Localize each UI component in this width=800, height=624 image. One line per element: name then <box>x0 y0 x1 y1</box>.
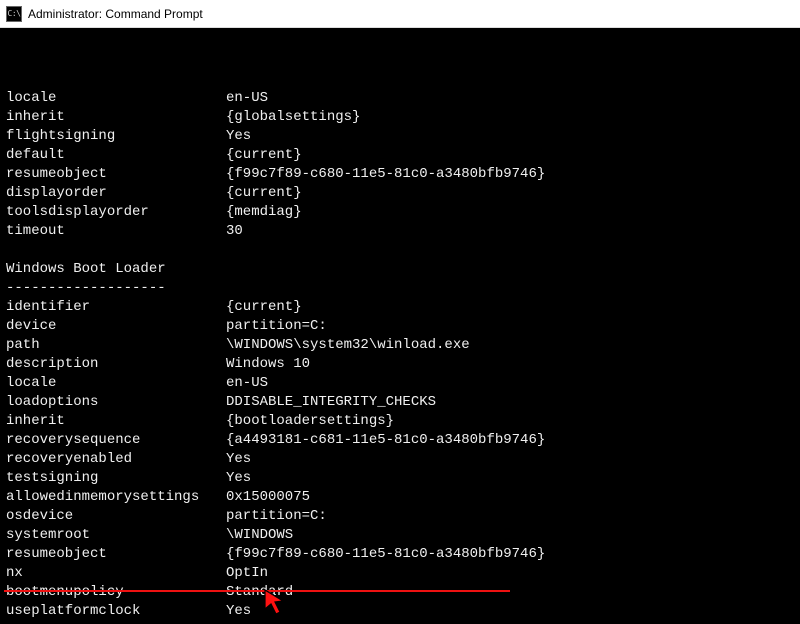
output-value: {globalsettings} <box>226 108 794 127</box>
output-line: Windows Boot Loader <box>6 260 794 279</box>
output-row: bootmenupolicyStandard <box>6 583 794 602</box>
output-row: timeout30 <box>6 222 794 241</box>
output-key: bootmenupolicy <box>6 583 226 602</box>
output-key: timeout <box>6 222 226 241</box>
output-row: resumeobject{f99c7f89-c680-11e5-81c0-a34… <box>6 165 794 184</box>
output-value: {memdiag} <box>226 203 794 222</box>
output-key: allowedinmemorysettings <box>6 488 226 507</box>
output-key: identifier <box>6 298 226 317</box>
output-value: 30 <box>226 222 794 241</box>
output-value: OptIn <box>226 564 794 583</box>
output-key: useplatformclock <box>6 602 226 621</box>
output-key: resumeobject <box>6 165 226 184</box>
output-row: toolsdisplayorder{memdiag} <box>6 203 794 222</box>
output-row: osdevicepartition=C: <box>6 507 794 526</box>
output-value: {f99c7f89-c680-11e5-81c0-a3480bfb9746} <box>226 165 794 184</box>
output-key: displayorder <box>6 184 226 203</box>
output-value: en-US <box>226 374 794 393</box>
output-row: inherit{globalsettings} <box>6 108 794 127</box>
output-value: \WINDOWS <box>226 526 794 545</box>
output-value: partition=C: <box>226 507 794 526</box>
output-key: systemroot <box>6 526 226 545</box>
output-value: Standard <box>226 583 794 602</box>
output-row: recoverysequence{a4493181-c681-11e5-81c0… <box>6 431 794 450</box>
output-key: locale <box>6 374 226 393</box>
output-key: device <box>6 317 226 336</box>
output-line: ------------------- <box>6 279 794 298</box>
output-row: testsigningYes <box>6 469 794 488</box>
output-row: devicepartition=C: <box>6 317 794 336</box>
output-value: {current} <box>226 146 794 165</box>
output-key: path <box>6 336 226 355</box>
output-value: Yes <box>226 602 794 621</box>
output-row: nxOptIn <box>6 564 794 583</box>
output-row: localeen-US <box>6 374 794 393</box>
output-key: locale <box>6 89 226 108</box>
output-value: en-US <box>226 89 794 108</box>
output-key: osdevice <box>6 507 226 526</box>
highlight-underline <box>4 590 510 592</box>
output-row: default{current} <box>6 146 794 165</box>
output-key: recoverysequence <box>6 431 226 450</box>
output-key: resumeobject <box>6 545 226 564</box>
output-row: descriptionWindows 10 <box>6 355 794 374</box>
output-value: DDISABLE_INTEGRITY_CHECKS <box>226 393 794 412</box>
output-row: flightsigningYes <box>6 127 794 146</box>
output-key: testsigning <box>6 469 226 488</box>
output-value: {bootloadersettings} <box>226 412 794 431</box>
blank-line <box>6 241 794 260</box>
output-row: localeen-US <box>6 89 794 108</box>
output-value: \WINDOWS\system32\winload.exe <box>226 336 794 355</box>
output-value: Yes <box>226 450 794 469</box>
output-value: Yes <box>226 127 794 146</box>
output-value: Windows 10 <box>226 355 794 374</box>
output-key: toolsdisplayorder <box>6 203 226 222</box>
output-row: allowedinmemorysettings0x15000075 <box>6 488 794 507</box>
window-title: Administrator: Command Prompt <box>28 7 203 21</box>
titlebar[interactable]: C:\ Administrator: Command Prompt <box>0 0 800 28</box>
command-prompt-window: C:\ Administrator: Command Prompt locale… <box>0 0 800 624</box>
output-value: Yes <box>226 469 794 488</box>
output-value: {current} <box>226 184 794 203</box>
cmd-icon: C:\ <box>6 6 22 22</box>
output-key: default <box>6 146 226 165</box>
output-row: loadoptionsDDISABLE_INTEGRITY_CHECKS <box>6 393 794 412</box>
output-row: path\WINDOWS\system32\winload.exe <box>6 336 794 355</box>
output-key: loadoptions <box>6 393 226 412</box>
output-key: inherit <box>6 412 226 431</box>
output-row: displayorder{current} <box>6 184 794 203</box>
output-value: {f99c7f89-c680-11e5-81c0-a3480bfb9746} <box>226 545 794 564</box>
output-row: useplatformclockYes <box>6 602 794 621</box>
output-key: nx <box>6 564 226 583</box>
output-row: identifier{current} <box>6 298 794 317</box>
output-row: resumeobject{f99c7f89-c680-11e5-81c0-a34… <box>6 545 794 564</box>
output-key: description <box>6 355 226 374</box>
output-value: partition=C: <box>226 317 794 336</box>
output-key: flightsigning <box>6 127 226 146</box>
output-value: {current} <box>226 298 794 317</box>
output-key: recoveryenabled <box>6 450 226 469</box>
output-value: {a4493181-c681-11e5-81c0-a3480bfb9746} <box>226 431 794 450</box>
output-row: inherit{bootloadersettings} <box>6 412 794 431</box>
output-row: systemroot\WINDOWS <box>6 526 794 545</box>
output-key: inherit <box>6 108 226 127</box>
output-value: 0x15000075 <box>226 488 794 507</box>
terminal-output[interactable]: localeen-USinherit{globalsettings}flight… <box>0 28 800 624</box>
output-row: recoveryenabledYes <box>6 450 794 469</box>
